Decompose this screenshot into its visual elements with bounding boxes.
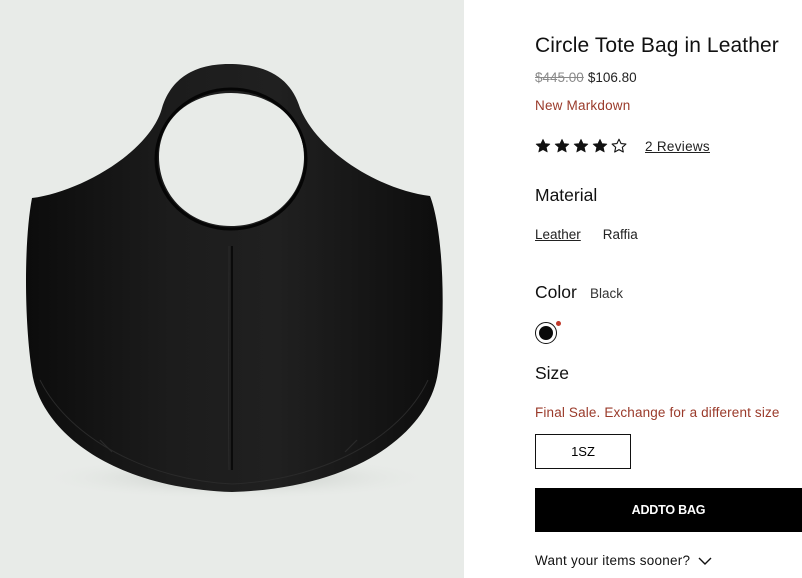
selected-color-name: Black bbox=[590, 286, 624, 301]
material-heading: Material bbox=[535, 185, 598, 205]
star-filled-icon bbox=[592, 138, 608, 153]
star-rating bbox=[535, 138, 627, 154]
swatch-fill bbox=[538, 325, 553, 340]
size-option-1sz[interactable]: 1SZ bbox=[535, 434, 631, 469]
product-title: Circle Tote Bag in Leather bbox=[535, 34, 779, 57]
shipping-options-label: Want your items sooner? bbox=[535, 553, 691, 568]
material-option-leather[interactable]: Leather bbox=[535, 227, 581, 242]
reviews-link[interactable]: 2 Reviews bbox=[645, 139, 710, 154]
shipping-options-toggle[interactable]: Want your items sooner? bbox=[535, 553, 712, 568]
size-heading: Size bbox=[535, 363, 570, 383]
price-row: $445.00 $106.80 bbox=[535, 70, 637, 85]
star-filled-icon bbox=[535, 138, 551, 153]
rating-row: 2 Reviews bbox=[535, 136, 710, 156]
low-stock-indicator bbox=[556, 321, 561, 326]
tote-bag-illustration bbox=[26, 64, 443, 500]
markdown-badge: New Markdown bbox=[535, 98, 631, 113]
sale-price: $106.80 bbox=[587, 70, 637, 85]
add-to-bag-button[interactable]: ADDTO BAG bbox=[535, 488, 802, 532]
color-swatch-black[interactable] bbox=[535, 321, 561, 344]
product-info-panel: Circle Tote Bag in Leather $445.00 $106.8… bbox=[535, 0, 802, 578]
material-option-raffia[interactable]: Raffia bbox=[603, 227, 638, 242]
star-filled-icon bbox=[573, 138, 589, 153]
original-price: $445.00 bbox=[535, 70, 584, 85]
product-image[interactable] bbox=[0, 0, 464, 578]
final-sale-notice: Final Sale. Exchange for a different siz… bbox=[535, 405, 780, 420]
chevron-down-icon bbox=[698, 557, 712, 565]
material-options: Leather Raffia bbox=[535, 227, 638, 242]
star-filled-icon bbox=[554, 138, 570, 153]
color-heading: Color bbox=[535, 282, 577, 302]
star-outline-icon bbox=[611, 138, 627, 153]
